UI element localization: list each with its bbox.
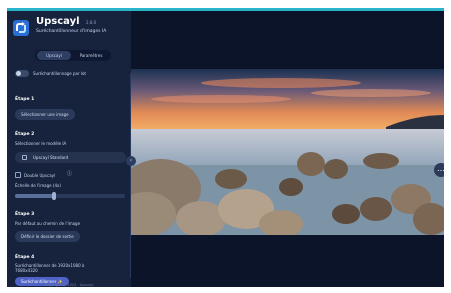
- batch-toggle[interactable]: [15, 70, 29, 77]
- step3-title: Étape 3: [15, 212, 35, 217]
- tab-upscayl[interactable]: Upscayl: [37, 51, 71, 60]
- step2-desc: Sélectionner le modèle IA: [15, 141, 67, 146]
- scale-label: Échelle de l'image (4x): [15, 183, 61, 188]
- step2-title: Étape 2: [15, 132, 35, 137]
- more-icon[interactable]: …: [434, 163, 444, 177]
- tab-parametres[interactable]: Paramètres: [73, 51, 109, 60]
- collapse-sidebar-icon[interactable]: ‹: [126, 156, 136, 166]
- select-image-button[interactable]: Sélectionner une image: [15, 109, 75, 120]
- scale-slider-fill: [15, 194, 54, 198]
- app-version: 2.8.0: [86, 20, 97, 25]
- double-upscayl-checkbox[interactable]: [15, 172, 21, 178]
- model-select-value: Upscayl Standard: [33, 155, 69, 160]
- output-folder-button[interactable]: Définir le dossier de sortie: [15, 231, 80, 242]
- batch-toggle-label: Suréchantillonnage par lot: [33, 71, 86, 76]
- step4-title: Étape 4: [15, 255, 35, 260]
- preview-image: [131, 69, 444, 235]
- step3-desc: Par défaut au chemin de l'image: [15, 221, 81, 226]
- model-select[interactable]: Upscayl Standard: [15, 152, 126, 163]
- step1-title: Étape 1: [15, 97, 35, 102]
- app-subtitle: Suréchantillonneur d'images IA: [36, 29, 107, 34]
- scale-slider[interactable]: [15, 192, 125, 200]
- footer-text: Copyright © 2024 - Upscayl: [44, 283, 94, 287]
- step4-desc: Suréchantillonner de 1920x1080 à 7680x43…: [15, 263, 85, 273]
- info-icon[interactable]: ⓘ: [67, 172, 72, 177]
- scale-slider-thumb[interactable]: [51, 192, 56, 200]
- double-upscayl-label: Double Upscayl: [24, 173, 56, 178]
- model-icon: [22, 155, 27, 160]
- upscayl-logo-icon: [13, 20, 29, 36]
- app-window: Upscayl 2.8.0 Suréchantillonneur d'image…: [7, 8, 444, 287]
- mode-tabs: Upscayl Paramètres: [35, 50, 111, 61]
- window-frame: Upscayl 2.8.0 Suréchantillonneur d'image…: [0, 0, 451, 293]
- app-title: Upscayl: [36, 16, 80, 27]
- sidebar: Upscayl 2.8.0 Suréchantillonneur d'image…: [7, 11, 132, 287]
